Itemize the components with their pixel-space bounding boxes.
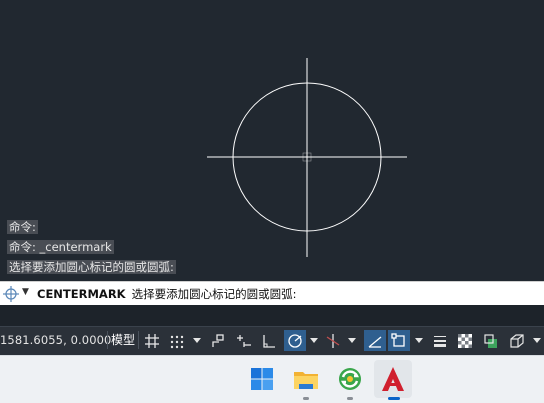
command-keyword: CENTERMARK <box>37 287 126 301</box>
polar-tracking-dropdown-icon[interactable] <box>309 336 318 345</box>
isodraft-dropdown-icon[interactable] <box>347 336 356 345</box>
selection-cycling-icon[interactable] <box>480 330 502 351</box>
running-indicator <box>347 397 353 400</box>
canvas-bottom-strip <box>0 305 544 326</box>
history-line: 命令: <box>7 220 38 234</box>
polar-tracking-icon[interactable] <box>284 330 306 351</box>
browser-icon[interactable] <box>335 364 365 394</box>
3d-osnap-icon[interactable] <box>506 330 528 351</box>
3d-osnap-dropdown-icon[interactable] <box>532 336 541 345</box>
command-line[interactable]: ▼ CENTERMARK 选择要添加圆心标记的圆或圆弧: <box>0 281 544 306</box>
history-line: 选择要添加圆心标记的圆或圆弧: <box>7 260 176 274</box>
command-prompt: 选择要添加圆心标记的圆或圆弧: <box>131 287 297 301</box>
active-app-indicator <box>388 397 400 400</box>
autocad-icon[interactable] <box>378 364 408 394</box>
object-snap-dropdown-icon[interactable] <box>414 336 423 345</box>
running-indicator <box>303 397 309 400</box>
history-line: 命令: _centermark <box>7 240 114 254</box>
command-history-dropdown-icon[interactable]: ▼ <box>22 287 29 297</box>
command-input[interactable]: CENTERMARK 选择要添加圆心标记的圆或圆弧: <box>37 286 296 302</box>
crosshair-cursor-icon <box>299 149 315 165</box>
windows-start-icon[interactable] <box>247 364 277 394</box>
status-bar: 1581.6055, 0.0000 模型 <box>0 326 544 355</box>
windows-taskbar <box>0 355 544 403</box>
object-snap-tracking-icon[interactable] <box>364 330 386 351</box>
file-explorer-icon[interactable] <box>291 364 321 394</box>
object-snap-icon[interactable] <box>388 330 410 351</box>
snap-icon[interactable] <box>166 330 188 351</box>
drawing-canvas[interactable] <box>0 0 544 280</box>
command-crosshair-icon[interactable] <box>3 286 19 302</box>
grid-icon[interactable] <box>141 330 163 351</box>
transparency-icon[interactable] <box>454 330 476 351</box>
snap-dropdown-icon[interactable] <box>192 336 201 345</box>
infer-constraints-icon[interactable] <box>207 330 229 351</box>
dynamic-input-icon[interactable] <box>233 330 255 351</box>
ortho-icon[interactable] <box>258 330 280 351</box>
model-space-button[interactable]: 模型 <box>107 331 140 349</box>
drawing-geometry <box>207 58 407 257</box>
isodraft-icon[interactable] <box>322 330 344 351</box>
coordinate-readout[interactable]: 1581.6055, 0.0000 <box>0 333 111 347</box>
lineweight-icon[interactable] <box>429 330 451 351</box>
